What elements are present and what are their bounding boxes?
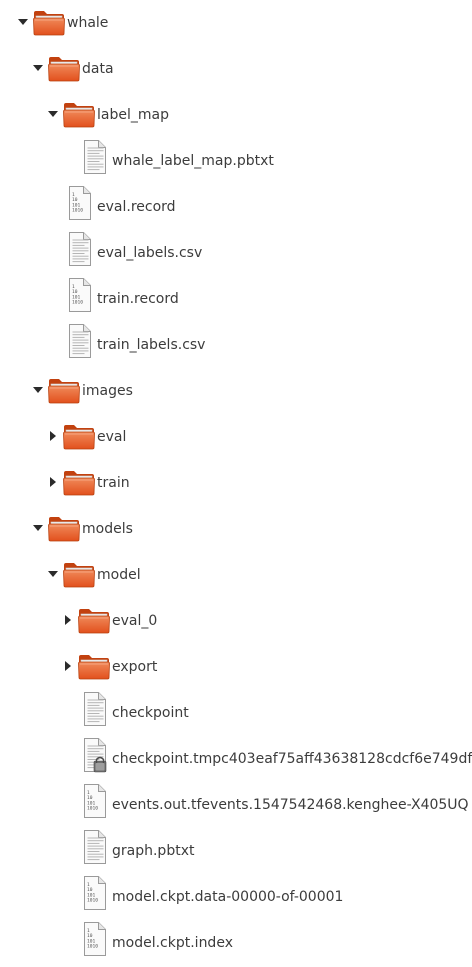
tree-row-export[interactable]: export [0, 645, 472, 691]
tree-item-label: eval.record [97, 199, 176, 215]
tree-row-train[interactable]: train [0, 461, 472, 507]
text-file-icon [65, 231, 93, 267]
svg-text:10: 10 [87, 795, 93, 801]
svg-text:1010: 1010 [87, 806, 98, 812]
svg-text:10: 10 [87, 887, 93, 893]
tree-row-eval[interactable]: eval [0, 415, 472, 461]
expander-right-icon[interactable] [47, 476, 59, 488]
svg-text:101: 101 [87, 800, 96, 806]
binary-file-icon: 1 10 101 1010 [80, 875, 108, 911]
svg-text:10: 10 [87, 933, 93, 939]
binary-file-icon: 1 10 101 1010 [80, 921, 108, 957]
folder-icon [63, 102, 95, 128]
svg-text:1010: 1010 [72, 208, 83, 214]
tree-row-train-record[interactable]: 1 10 101 1010 train.record [0, 277, 472, 323]
tree-item-label: checkpoint.tmpc403eaf75aff43638128cdcf6e… [112, 751, 472, 767]
tree-row-graph-pbtxt[interactable]: graph.pbtxt [0, 829, 472, 875]
tree-row-label-map[interactable]: label_map [0, 93, 472, 139]
svg-text:101: 101 [72, 202, 81, 208]
expander-right-icon[interactable] [62, 660, 74, 672]
tree-row-eval-labels-csv[interactable]: eval_labels.csv [0, 231, 472, 277]
expander-down-icon[interactable] [17, 16, 29, 28]
file-tree: whale data label_map whale_label_map.pbtxt 1… [0, 0, 472, 963]
svg-text:1010: 1010 [87, 944, 98, 950]
tree-row-events-out-tfevents-1547542468-kenghee-x405uq[interactable]: 1 10 101 1010 events.out.tfevents.1547542468… [0, 783, 472, 829]
tree-item-label: checkpoint [112, 705, 189, 721]
folder-icon [48, 516, 80, 542]
tree-item-label: eval_0 [112, 613, 158, 629]
svg-text:1010: 1010 [87, 898, 98, 904]
svg-text:101: 101 [72, 294, 81, 300]
expander-down-icon[interactable] [32, 522, 44, 534]
tree-row-data[interactable]: data [0, 47, 472, 93]
binary-file-icon: 1 10 101 1010 [65, 277, 93, 313]
svg-text:1: 1 [87, 928, 90, 934]
svg-text:10: 10 [72, 289, 78, 295]
tree-item-label: train_labels.csv [97, 337, 206, 353]
text-file-icon [80, 829, 108, 865]
svg-text:10: 10 [72, 197, 78, 203]
tree-item-label: whale [67, 15, 109, 31]
tree-item-label: model.ckpt.index [112, 935, 233, 951]
tree-item-label: model.ckpt.data-00000-of-00001 [112, 889, 344, 905]
svg-text:1: 1 [87, 790, 90, 796]
folder-icon [78, 654, 110, 680]
tree-row-model-ckpt-data-00000-of-00001[interactable]: 1 10 101 1010 model.ckpt.data-00000-of-00001 [0, 875, 472, 921]
folder-icon [33, 10, 65, 36]
folder-icon [63, 562, 95, 588]
tree-row-whale-label-map-pbtxt[interactable]: whale_label_map.pbtxt [0, 139, 472, 185]
expander-down-icon[interactable] [32, 384, 44, 396]
text-file-icon [65, 323, 93, 359]
svg-text:101: 101 [87, 938, 96, 944]
tree-row-train-labels-csv[interactable]: train_labels.csv [0, 323, 472, 369]
tree-item-label: eval [97, 429, 127, 445]
folder-icon [78, 608, 110, 634]
tree-item-label: train [97, 475, 130, 491]
tree-row-model-ckpt-index[interactable]: 1 10 101 1010 model.ckpt.index [0, 921, 472, 967]
tree-item-label: model [97, 567, 141, 583]
svg-text:1010: 1010 [72, 300, 83, 306]
text-file-icon [80, 139, 108, 175]
tree-item-label: models [82, 521, 133, 537]
expander-down-icon[interactable] [32, 62, 44, 74]
binary-file-icon: 1 10 101 1010 [65, 185, 93, 221]
tree-item-label: train.record [97, 291, 179, 307]
tree-item-label: export [112, 659, 158, 675]
tree-row-checkpoint-tmpc403eaf75aff43638128cdcf6e749dfb[interactable]: checkpoint.tmpc403eaf75aff43638128cdcf6e… [0, 737, 472, 783]
tree-row-eval-record[interactable]: 1 10 101 1010 eval.record [0, 185, 472, 231]
tree-item-label: whale_label_map.pbtxt [112, 153, 274, 169]
tree-item-label: events.out.tfevents.1547542468.kenghee-X… [112, 797, 469, 813]
tree-item-label: data [82, 61, 114, 77]
expander-right-icon[interactable] [47, 430, 59, 442]
tree-row-eval-0[interactable]: eval_0 [0, 599, 472, 645]
svg-text:101: 101 [87, 892, 96, 898]
svg-text:1: 1 [72, 192, 75, 198]
binary-file-icon: 1 10 101 1010 [80, 783, 108, 819]
tree-row-images[interactable]: images [0, 369, 472, 415]
folder-icon [48, 378, 80, 404]
folder-icon [63, 470, 95, 496]
locked-text-file-icon [80, 737, 108, 773]
tree-row-checkpoint[interactable]: checkpoint [0, 691, 472, 737]
svg-text:1: 1 [72, 284, 75, 290]
expander-right-icon[interactable] [62, 614, 74, 626]
tree-row-model[interactable]: model [0, 553, 472, 599]
tree-item-label: label_map [97, 107, 169, 123]
tree-row-models[interactable]: models [0, 507, 472, 553]
tree-row-whale[interactable]: whale [0, 1, 472, 47]
tree-item-label: eval_labels.csv [97, 245, 203, 261]
tree-item-label: images [82, 383, 133, 399]
folder-icon [48, 56, 80, 82]
text-file-icon [80, 691, 108, 727]
svg-text:1: 1 [87, 882, 90, 888]
folder-icon [63, 424, 95, 450]
tree-item-label: graph.pbtxt [112, 843, 195, 859]
expander-down-icon[interactable] [47, 108, 59, 120]
expander-down-icon[interactable] [47, 568, 59, 580]
